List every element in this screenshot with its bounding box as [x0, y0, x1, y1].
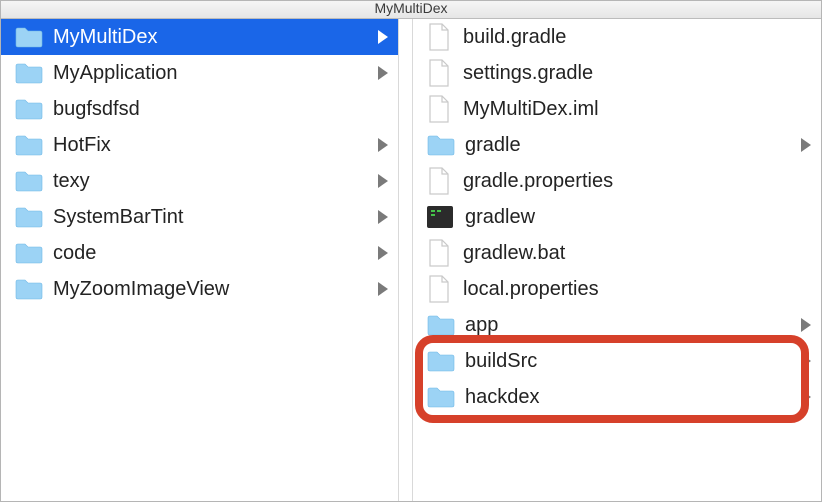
item-label: build.gradle: [463, 26, 811, 49]
file-icon: [427, 167, 451, 195]
item-label: bugfsdfsd: [53, 98, 388, 121]
left-item[interactable]: HotFix: [1, 127, 398, 163]
right-item[interactable]: gradle.properties: [413, 163, 821, 199]
folder-icon: [15, 242, 43, 264]
folder-icon: [15, 26, 43, 48]
right-item[interactable]: buildSrc: [413, 343, 821, 379]
item-label: gradlew: [465, 206, 811, 229]
right-item[interactable]: local.properties: [413, 271, 821, 307]
folder-icon: [427, 350, 455, 372]
file-icon: [427, 239, 451, 267]
item-label: local.properties: [463, 278, 811, 301]
right-item[interactable]: gradlew.bat: [413, 235, 821, 271]
folder-icon: [427, 386, 455, 408]
file-icon: [427, 95, 451, 123]
column-right[interactable]: build.gradle settings.gradle MyMultiDex.im…: [413, 19, 821, 501]
right-item[interactable]: build.gradle: [413, 19, 821, 55]
item-label: buildSrc: [465, 350, 793, 373]
chevron-right-icon: [378, 138, 388, 152]
file-icon: [427, 59, 451, 87]
chevron-right-icon: [378, 30, 388, 44]
column-divider: [399, 19, 413, 501]
item-label: SystemBarTint: [53, 206, 370, 229]
chevron-right-icon: [378, 174, 388, 188]
item-label: MyMultiDex.iml: [463, 98, 811, 121]
file-icon: [427, 275, 451, 303]
left-item[interactable]: SystemBarTint: [1, 199, 398, 235]
item-label: app: [465, 314, 793, 337]
item-label: hackdex: [465, 386, 793, 409]
item-label: settings.gradle: [463, 62, 811, 85]
folder-icon: [15, 206, 43, 228]
left-item[interactable]: MyMultiDex: [1, 19, 398, 55]
item-label: HotFix: [53, 134, 370, 157]
folder-icon: [15, 134, 43, 156]
item-label: texy: [53, 170, 370, 193]
folder-icon: [15, 62, 43, 84]
item-label: code: [53, 242, 370, 265]
item-label: gradlew.bat: [463, 242, 811, 265]
left-item[interactable]: texy: [1, 163, 398, 199]
chevron-right-icon: [801, 138, 811, 152]
window-titlebar: MyMultiDex: [1, 1, 821, 19]
right-item[interactable]: settings.gradle: [413, 55, 821, 91]
folder-icon: [427, 134, 455, 156]
right-item[interactable]: gradle: [413, 127, 821, 163]
left-item[interactable]: MyZoomImageView: [1, 271, 398, 307]
column-left[interactable]: MyMultiDex MyApplication bugfsdfsd HotFix te…: [1, 19, 399, 501]
file-icon: [427, 23, 451, 51]
chevron-right-icon: [378, 246, 388, 260]
item-label: gradle.properties: [463, 170, 811, 193]
chevron-right-icon: [801, 390, 811, 404]
right-item[interactable]: hackdex: [413, 379, 821, 415]
folder-icon: [427, 314, 455, 336]
left-item[interactable]: code: [1, 235, 398, 271]
chevron-right-icon: [378, 210, 388, 224]
left-item[interactable]: MyApplication: [1, 55, 398, 91]
item-label: MyMultiDex: [53, 26, 370, 49]
right-item[interactable]: app: [413, 307, 821, 343]
window-title: MyMultiDex: [374, 1, 447, 16]
chevron-right-icon: [378, 282, 388, 296]
chevron-right-icon: [378, 66, 388, 80]
folder-icon: [15, 278, 43, 300]
item-label: MyZoomImageView: [53, 278, 370, 301]
item-label: gradle: [465, 134, 793, 157]
right-item[interactable]: MyMultiDex.iml: [413, 91, 821, 127]
exec-icon: [427, 206, 453, 228]
chevron-right-icon: [801, 354, 811, 368]
right-item[interactable]: gradlew: [413, 199, 821, 235]
finder-window: MyMultiDex MyMultiDex MyApplication bugfsd…: [0, 0, 822, 502]
folder-icon: [15, 170, 43, 192]
item-label: MyApplication: [53, 62, 370, 85]
chevron-right-icon: [801, 318, 811, 332]
folder-icon: [15, 98, 43, 120]
left-item[interactable]: bugfsdfsd: [1, 91, 398, 127]
columns-view: MyMultiDex MyApplication bugfsdfsd HotFix te…: [1, 19, 821, 501]
